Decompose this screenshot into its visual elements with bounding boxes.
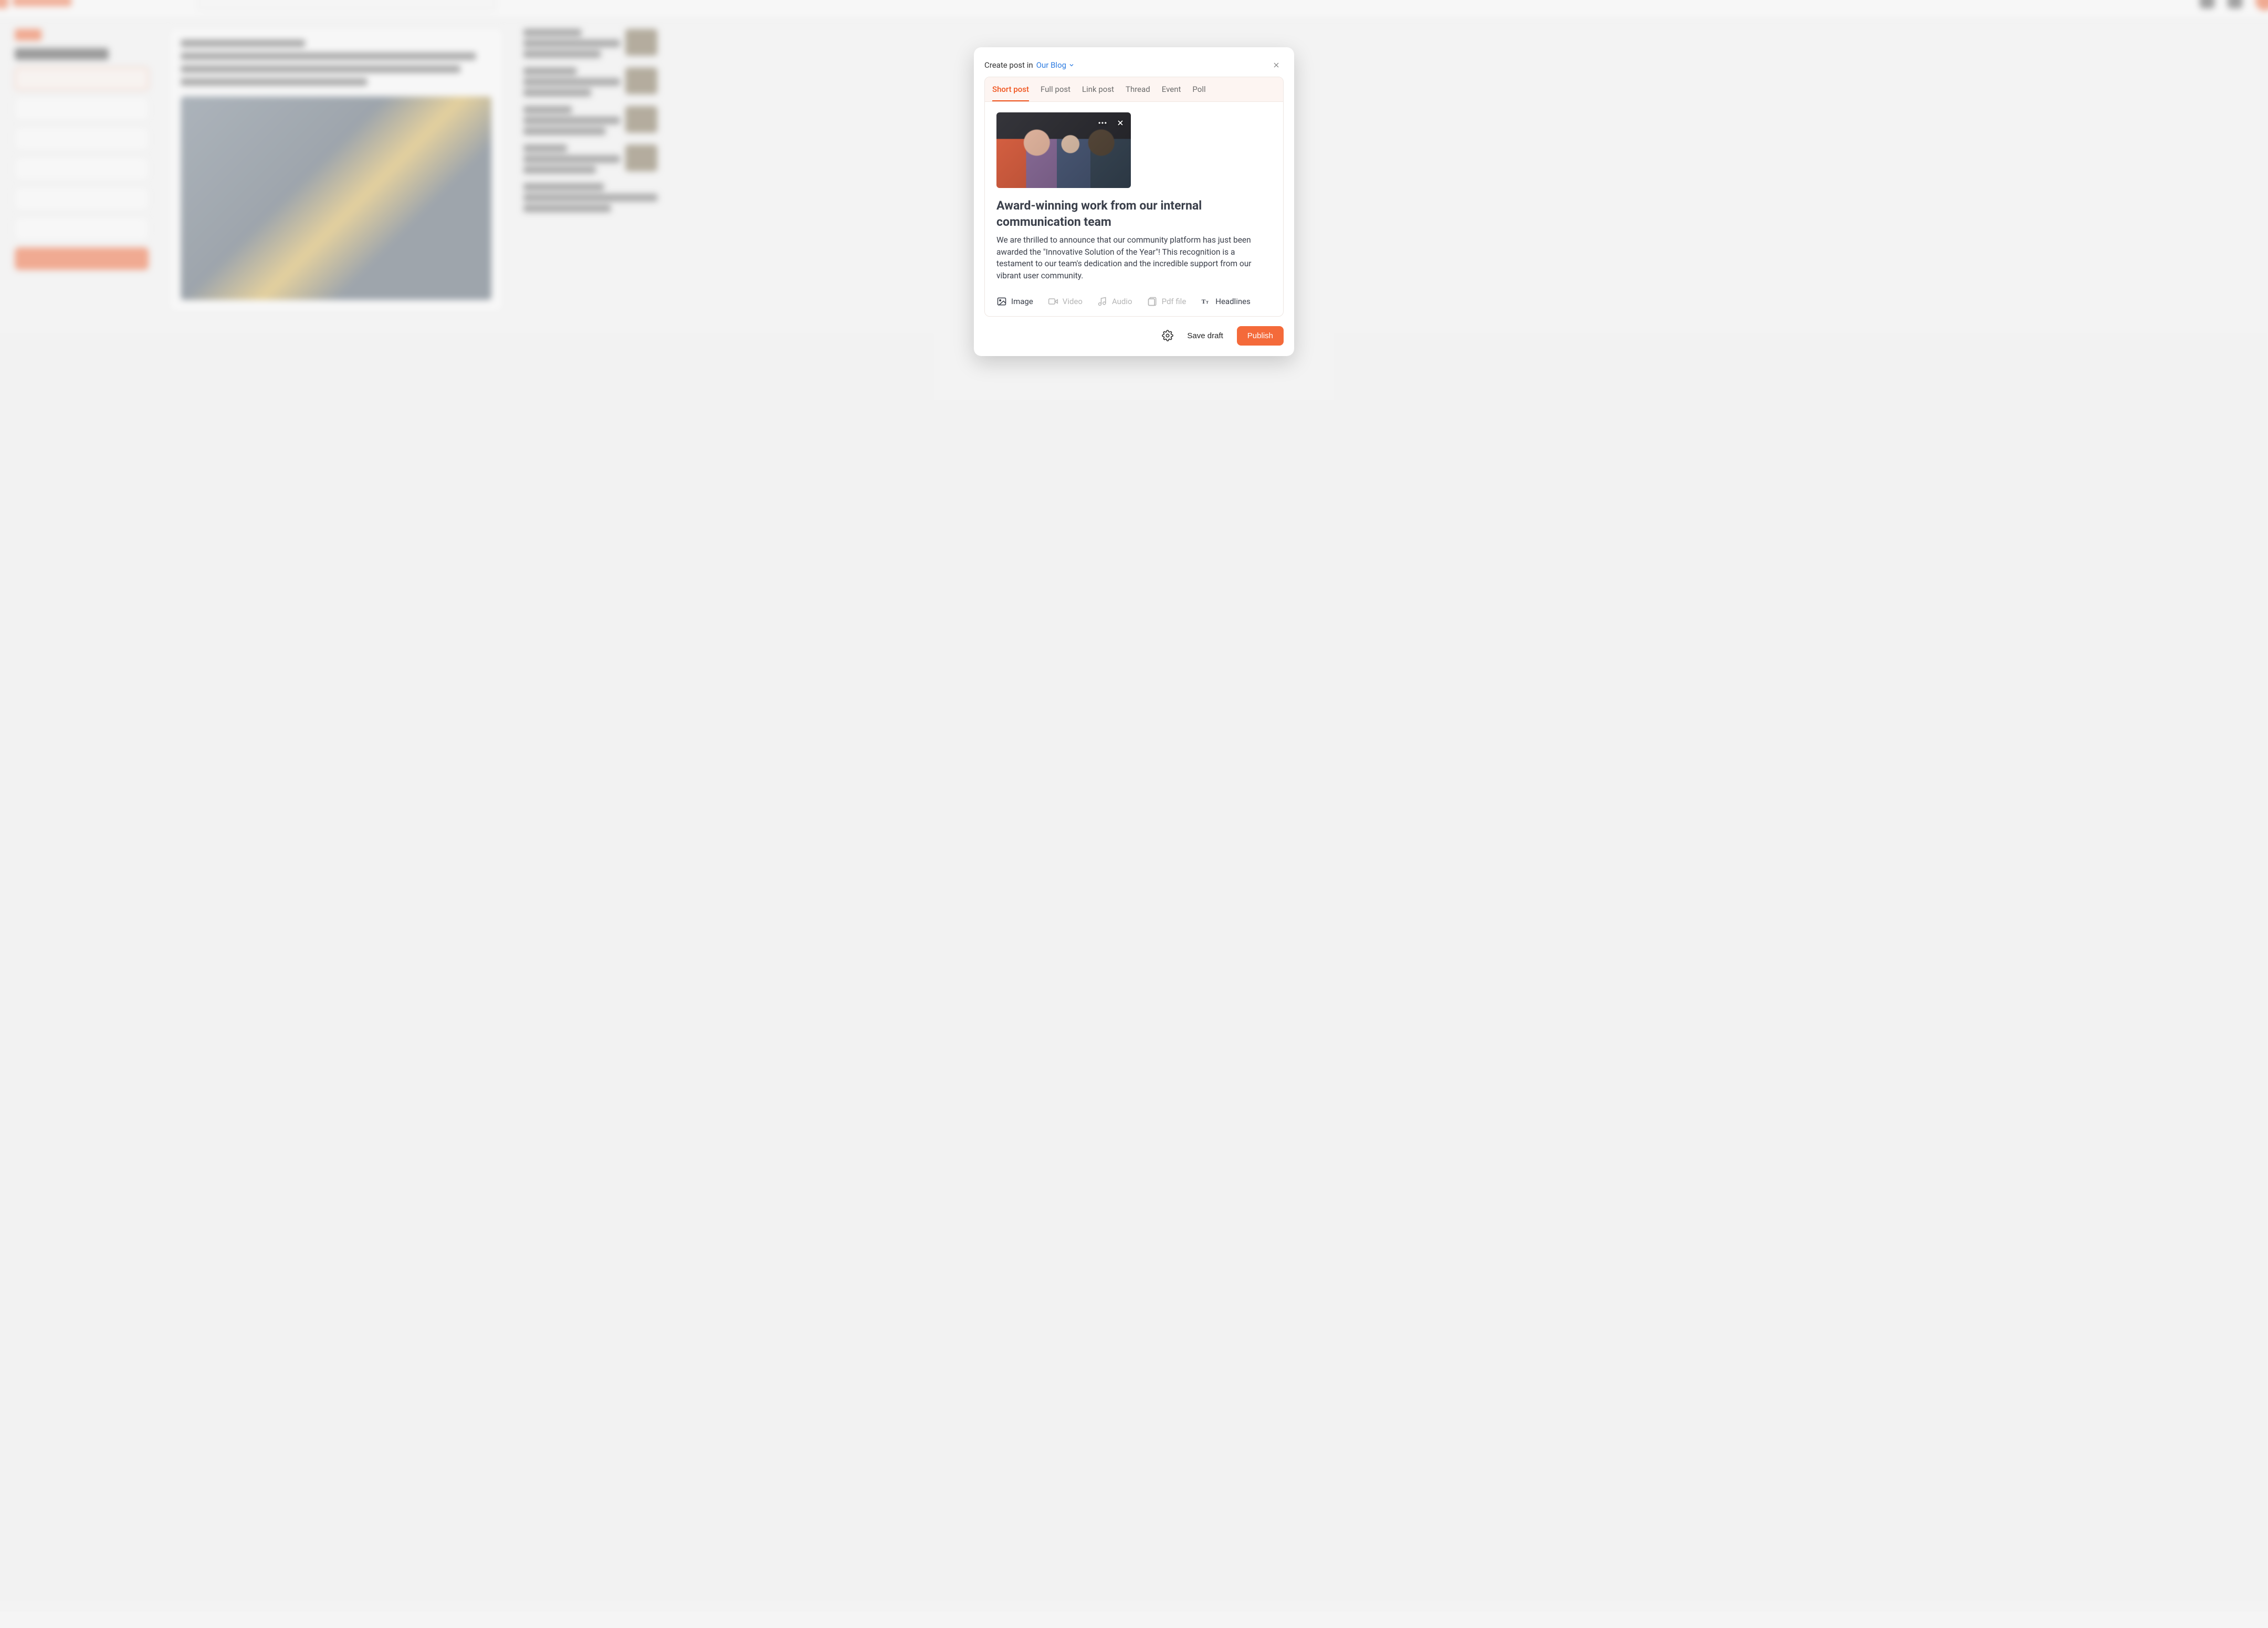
attach-image-button[interactable]: Image [996,296,1033,307]
tab-full[interactable]: Full post [1041,77,1070,101]
attachment-toolbar: Image Video Audio Pdf file TT Headlines [996,296,1272,307]
post-content: Award-winning work from our internal com… [985,102,1283,316]
audio-icon [1097,296,1108,307]
post-type-tabs: Short post Full post Link post Thread Event P… [985,77,1283,102]
blog-name: Our Blog [1036,60,1066,70]
attach-headlines-button[interactable]: TT Headlines [1201,296,1251,307]
modal-footer: Save draft Publish [984,326,1284,346]
image-icon [996,296,1007,307]
post-settings-button[interactable] [1162,330,1173,341]
attach-video-button: Video [1048,296,1083,307]
post-card: Short post Full post Link post Thread Event P… [984,77,1284,317]
gear-icon [1162,330,1173,341]
svg-text:T: T [1206,300,1209,305]
attach-label: Video [1063,297,1083,306]
close-modal-button[interactable] [1269,58,1284,72]
publish-button[interactable]: Publish [1237,326,1284,346]
attached-image[interactable] [996,112,1131,188]
close-icon [1116,119,1125,127]
pdf-icon [1147,296,1158,307]
tab-link[interactable]: Link post [1082,77,1114,101]
modal-overlay: Create post in Our Blog Short post Full p… [0,0,2268,1612]
video-icon [1048,296,1058,307]
blog-selector[interactable]: Our Blog [1036,60,1075,70]
create-post-modal: Create post in Our Blog Short post Full p… [974,47,1294,356]
save-draft-button[interactable]: Save draft [1185,327,1225,345]
remove-image-button[interactable] [1114,117,1127,129]
image-options-button[interactable] [1096,117,1109,129]
attach-label: Audio [1112,297,1132,306]
chevron-down-icon [1068,62,1075,68]
tab-event[interactable]: Event [1162,77,1181,101]
attach-label: Headlines [1215,297,1251,306]
create-post-label: Create post in [984,60,1033,70]
attach-label: Image [1011,297,1033,306]
modal-header: Create post in Our Blog [984,58,1284,72]
close-icon [1272,61,1280,69]
more-horizontal-icon [1097,118,1108,128]
attach-audio-button: Audio [1097,296,1132,307]
svg-text:T: T [1202,298,1206,305]
tab-thread[interactable]: Thread [1126,77,1150,101]
headlines-icon: TT [1201,296,1211,307]
tab-poll[interactable]: Poll [1192,77,1205,101]
attach-label: Pdf file [1162,297,1186,306]
post-body-input[interactable]: We are thrilled to announce that our com… [996,234,1272,281]
tab-short[interactable]: Short post [992,77,1029,101]
attach-pdf-button: Pdf file [1147,296,1186,307]
post-title-input[interactable]: Award-winning work from our internal com… [996,197,1272,230]
